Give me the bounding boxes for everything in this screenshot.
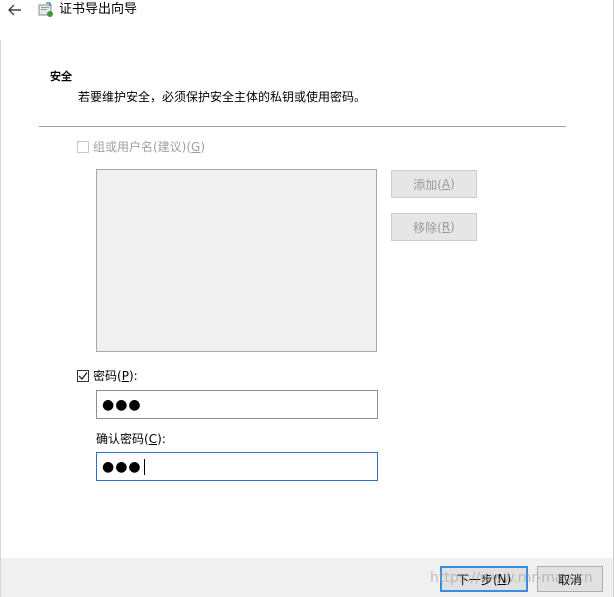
password-label: 密码(P):	[93, 369, 138, 383]
confirm-password-label: 确认密码(C):	[96, 432, 166, 446]
header-divider	[39, 126, 566, 127]
section-title: 安全	[50, 70, 72, 83]
group-user-listbox[interactable]	[96, 169, 377, 352]
window-left-edge	[0, 40, 1, 597]
add-button[interactable]: 添加(A)	[391, 170, 477, 198]
window-title: 证书导出向导	[59, 2, 138, 17]
password-input[interactable]: ●●●	[96, 390, 378, 419]
cancel-button[interactable]: 取消	[537, 566, 603, 592]
arrow-left-icon	[8, 4, 21, 16]
password-checkbox[interactable]	[77, 370, 89, 382]
group-or-user-label: 组或用户名(建议)(G)	[93, 140, 206, 154]
remove-button[interactable]: 移除(R)	[391, 213, 477, 241]
text-caret	[143, 458, 145, 475]
title-bar: 证书导出向导	[0, 0, 613, 22]
section-description: 若要维护安全，必须保护安全主体的私钥或使用密码。	[78, 90, 367, 104]
back-button[interactable]	[4, 1, 26, 19]
checkmark-icon	[78, 372, 88, 380]
group-or-user-checkbox[interactable]	[77, 141, 89, 153]
certificate-wizard-icon	[37, 1, 55, 19]
confirm-password-input[interactable]: ●●●	[96, 452, 378, 481]
next-button[interactable]: 下一步(N)	[440, 566, 528, 592]
